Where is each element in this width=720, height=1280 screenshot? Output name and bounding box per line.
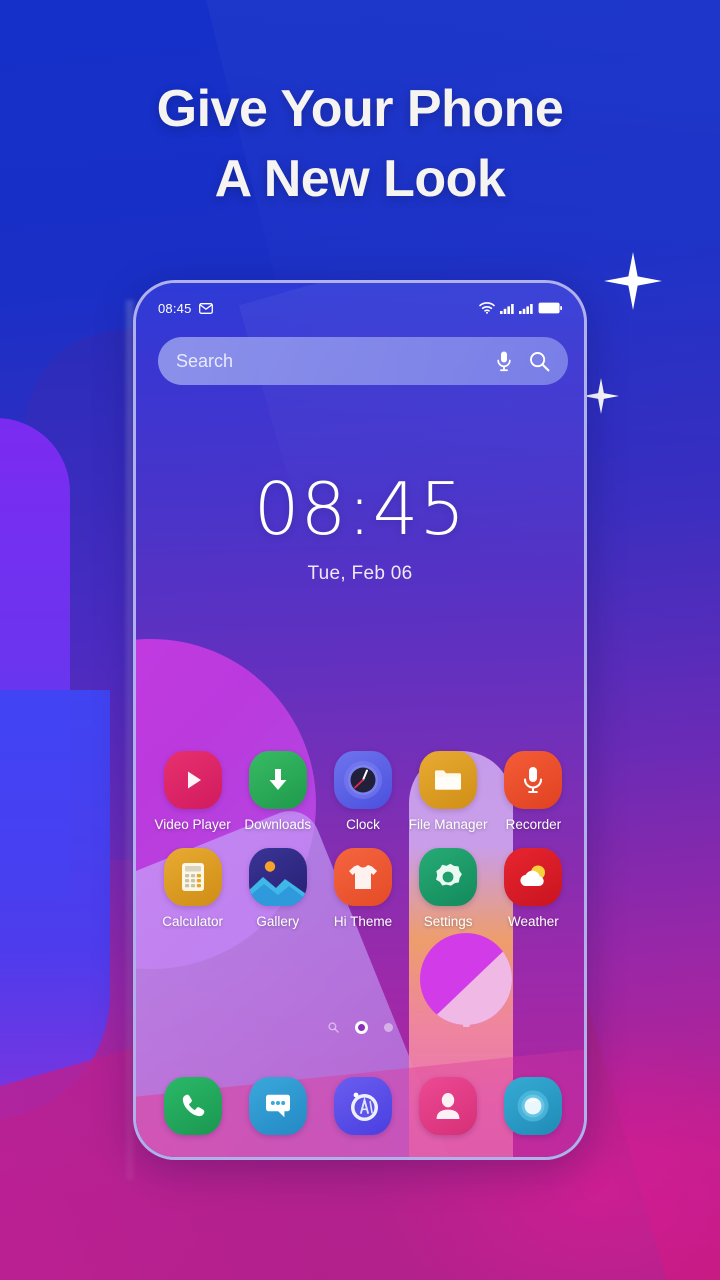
gear-icon[interactable]: [419, 848, 478, 906]
envelope-icon: [198, 302, 213, 314]
camera-icon[interactable]: [504, 1077, 563, 1135]
background-shape-blue-column: [0, 690, 110, 1120]
microphone-icon[interactable]: [504, 751, 563, 809]
sparkle-small-icon: [583, 378, 619, 414]
signal-icon: [500, 303, 514, 314]
app-row: Video Player Downloads Clock File Manage…: [150, 751, 576, 832]
app-label: Weather: [507, 914, 559, 929]
headline-line-2: A New Look: [214, 150, 506, 209]
page-indicator: [136, 1021, 584, 1034]
search-icon[interactable]: [529, 351, 550, 372]
app-downloads[interactable]: Downloads: [235, 751, 320, 832]
dock-item-camera[interactable]: [491, 1077, 576, 1135]
contact-icon[interactable]: [419, 1077, 478, 1135]
download-icon[interactable]: [248, 751, 307, 809]
app-label: Settings: [423, 914, 473, 929]
app-hi-theme[interactable]: Hi Theme: [320, 848, 405, 929]
folder-icon[interactable]: [419, 751, 478, 809]
wallpaper-balloon-shape: [418, 931, 514, 1027]
battery-icon: [538, 302, 562, 314]
clock-widget[interactable]: 08:45 Tue, Feb 06: [136, 473, 584, 585]
clock-icon[interactable]: [333, 751, 392, 809]
app-grid: Video Player Downloads Clock File Manage…: [150, 751, 576, 929]
app-recorder[interactable]: Recorder: [491, 751, 576, 832]
app-label: File Manager: [408, 817, 488, 832]
app-label: Calculator: [162, 914, 223, 929]
play-icon[interactable]: [163, 751, 222, 809]
app-file-manager[interactable]: File Manager: [406, 751, 491, 832]
search-bar[interactable]: Search: [158, 337, 568, 385]
page-title: Give Your Phone A New Look: [0, 74, 720, 214]
clock-time: 08:45: [253, 467, 467, 551]
app-label: Downloads: [244, 817, 312, 832]
dock: [150, 1077, 576, 1135]
clock-date: Tue, Feb 06: [307, 563, 413, 584]
app-label: Hi Theme: [333, 914, 393, 929]
app-label: Video Player: [154, 817, 231, 832]
message-icon[interactable]: [248, 1077, 307, 1135]
dock-item-phone[interactable]: [150, 1077, 235, 1135]
headline-line-1: Give Your Phone: [156, 80, 564, 138]
tshirt-icon[interactable]: [333, 848, 392, 906]
search-input[interactable]: Search: [176, 351, 495, 372]
signal-icon: [519, 303, 533, 314]
dock-item-messages[interactable]: [235, 1077, 320, 1135]
microphone-icon[interactable]: [495, 350, 513, 372]
phone-screen: 08:45 Search 08:45 Tue, Feb 06 Video Pla…: [136, 283, 584, 1157]
calculator-icon[interactable]: [163, 848, 222, 906]
app-clock[interactable]: Clock: [320, 751, 405, 832]
app-gallery[interactable]: Gallery: [235, 848, 320, 929]
search-page-icon[interactable]: [327, 1022, 339, 1033]
page-dot-active[interactable]: [354, 1021, 368, 1034]
phone-mockup: 08:45 Search 08:45 Tue, Feb 06 Video Pla…: [133, 280, 587, 1160]
sun-cloud-icon[interactable]: [504, 848, 563, 906]
app-settings[interactable]: Settings: [406, 848, 491, 929]
app-row: Calculator Gallery Hi Theme Settings Wea…: [150, 848, 576, 929]
status-bar-time: 08:45: [158, 300, 192, 316]
app-video-player[interactable]: Video Player: [150, 751, 235, 832]
image-icon[interactable]: [248, 848, 307, 906]
page-dot[interactable]: [383, 1023, 393, 1032]
app-label: Gallery: [256, 914, 300, 929]
sparkle-large-icon: [604, 252, 662, 310]
app-calculator[interactable]: Calculator: [150, 848, 235, 929]
app-label: Clock: [346, 817, 380, 832]
app-label: Recorder: [505, 817, 562, 832]
phone-icon[interactable]: [163, 1077, 222, 1135]
dock-item-contacts[interactable]: [406, 1077, 491, 1135]
app-weather[interactable]: Weather: [491, 848, 576, 929]
wifi-icon: [479, 302, 495, 314]
status-bar: 08:45: [136, 297, 584, 319]
dock-item-browser[interactable]: [320, 1077, 405, 1135]
browser-icon[interactable]: [333, 1077, 392, 1135]
